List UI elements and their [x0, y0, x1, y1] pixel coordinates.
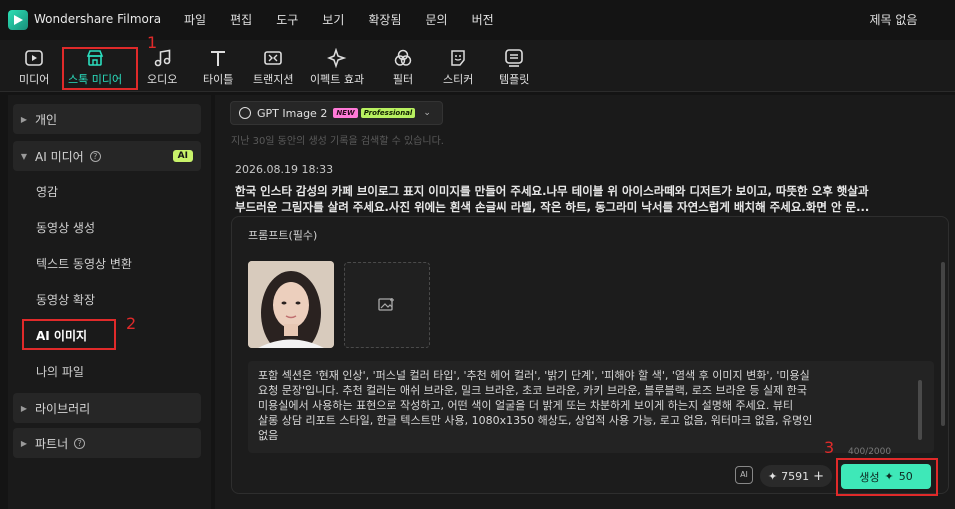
character-counter: 400/2000: [848, 447, 892, 457]
project-name[interactable]: 제목 없음: [856, 11, 931, 28]
credits-display[interactable]: ✦ 7591 +: [760, 465, 832, 487]
chevron-down-icon: ⌄: [423, 108, 431, 118]
filter-icon: [392, 48, 414, 68]
media-icon: [23, 48, 45, 68]
tab-templates-label: 템플릿: [499, 73, 530, 86]
plus-icon: +: [813, 468, 825, 484]
sidebar-item-my-files[interactable]: 나의 파일: [36, 363, 84, 380]
tab-templates[interactable]: 템플릿: [499, 48, 529, 87]
sparkle-icon: ✦: [767, 469, 778, 483]
menu-extensions[interactable]: 확장됨: [368, 11, 401, 28]
tab-stickers-label: 스티커: [443, 73, 474, 86]
menu-version[interactable]: 버전: [472, 11, 494, 28]
tab-audio-label: 오디오: [147, 73, 178, 86]
sidebar-group-partner-label: 파트너: [35, 436, 69, 451]
portrait-photo: [248, 261, 334, 348]
annotation-box-2: [22, 319, 116, 350]
textarea-scrollbar[interactable]: [918, 380, 922, 440]
sidebar-item-video-extend[interactable]: 동영상 확장: [36, 291, 95, 308]
tab-stickers[interactable]: 스티커: [443, 48, 473, 87]
template-icon: [503, 48, 525, 68]
reference-image-thumbnail[interactable]: [248, 261, 334, 348]
help-icon[interactable]: ?: [89, 150, 101, 162]
panel-scrollbar[interactable]: [941, 262, 945, 426]
history-prompt-line-2: 부드러운 그림자를 살려 주세요.사진 위에는 흰색 손글씨 라벨, 작은 하트…: [235, 200, 870, 214]
prompt-line: 포함 섹션은 '현재 인상', '퍼스널 컬러 타입', '추천 헤어 컬러',…: [258, 369, 810, 382]
help-icon[interactable]: ?: [74, 437, 86, 449]
effects-sparkle-icon: [326, 48, 348, 68]
menu-view[interactable]: 보기: [322, 11, 344, 28]
annotation-number-1: 1: [147, 33, 158, 52]
sidebar-group-library-label: 라이브러리: [35, 401, 91, 416]
new-badge: NEW: [333, 108, 358, 118]
prompt-textarea-text: 포함 섹션은 '현재 인상', '퍼스널 컬러 타입', '추천 헤어 컬러',…: [258, 361, 918, 443]
menu-help[interactable]: 문의: [426, 11, 448, 28]
sidebar-item-video-generate[interactable]: 동영상 생성: [36, 219, 95, 236]
history-hint: 지난 30일 동안의 생성 기록을 검색할 수 있습니다.: [231, 136, 444, 147]
tab-effects-label: 이펙트 효과: [310, 73, 365, 86]
annotation-box-3: [836, 458, 938, 496]
tab-effects[interactable]: 이펙트 효과: [310, 48, 364, 87]
menu-bar: 파일 편집 도구 보기 확장됨 문의 버전: [184, 11, 518, 28]
history-prompt-line-1: 한국 인스타 감성의 카페 브이로그 표지 이미지를 만들어 주세요.나무 테이…: [235, 184, 869, 198]
sidebar-group-personal[interactable]: ▶ 개인: [13, 104, 201, 134]
add-image-button[interactable]: [344, 262, 430, 348]
sidebar-item-inspiration[interactable]: 영감: [36, 183, 58, 200]
prompt-label: 프롬프트(필수): [248, 229, 318, 242]
prompt-line: 없음: [258, 429, 279, 442]
annotation-number-2: 2: [126, 314, 137, 333]
title-t-icon: [207, 48, 229, 68]
history-prompt[interactable]: 한국 인스타 감성의 카페 브이로그 표지 이미지를 만들어 주세요.나무 테이…: [235, 183, 940, 215]
menu-edit[interactable]: 편집: [230, 11, 252, 28]
tab-media-label: 미디어: [19, 73, 50, 86]
filmora-logo-icon: [8, 10, 28, 30]
tab-audio[interactable]: 오디오: [147, 48, 177, 87]
sidebar-group-partner[interactable]: ▶ 파트너 ?: [13, 428, 201, 458]
prompt-line: 살롱 상담 리포트 스타일, 한글 텍스트만 사용, 1080x1350 해상도…: [258, 414, 813, 427]
tab-titles[interactable]: 타이틀: [203, 48, 233, 87]
sticker-icon: [447, 48, 469, 68]
chevron-right-icon: ▶: [20, 114, 28, 124]
chevron-right-icon: ▶: [20, 403, 28, 413]
title-bar: Wondershare Filmora 파일 편집 도구 보기 확장됨 문의 버…: [0, 0, 955, 40]
sidebar-group-ai-media[interactable]: ▼ AI 미디어 ? AI: [13, 141, 201, 171]
sidebar-group-personal-label: 개인: [35, 112, 58, 127]
chevron-down-icon: ▼: [20, 151, 28, 161]
app-title: Wondershare Filmora: [34, 12, 162, 26]
tab-transitions[interactable]: 트랜지션: [253, 48, 293, 87]
sidebar-group-library[interactable]: ▶ 라이브러리: [13, 393, 201, 423]
model-name: GPT Image 2: [257, 106, 328, 120]
credits-value: 7591: [781, 469, 810, 483]
model-select[interactable]: GPT Image 2 NEW Professional ⌄: [230, 101, 443, 125]
annotation-number-3: 3: [824, 438, 835, 457]
tab-titles-label: 타이틀: [203, 73, 234, 86]
main-toolbar: 미디어 스톡 미디어 오디오 타이틀 트랜지션 이펙트 효과 필터 스티커 템플…: [0, 40, 955, 92]
chevron-right-icon: ▶: [20, 438, 28, 448]
tab-filters-label: 필터: [392, 73, 414, 86]
sidebar-item-text-to-video[interactable]: 텍스트 동영상 변환: [36, 255, 132, 272]
sidebar-group-ai-media-label: AI 미디어: [35, 149, 84, 164]
transition-icon: [262, 48, 284, 68]
menu-file[interactable]: 파일: [184, 11, 206, 28]
ai-enhance-icon[interactable]: AI: [735, 466, 753, 484]
tab-media[interactable]: 미디어: [19, 48, 49, 87]
openai-icon: [239, 107, 251, 119]
annotation-box-1: [62, 47, 138, 90]
prompt-line: 요청 문장'입니다. 추천 컬러는 애쉬 브라운, 밀크 브라운, 초코 브라운…: [258, 384, 807, 397]
tab-transitions-label: 트랜지션: [253, 73, 294, 86]
professional-badge: Professional: [360, 108, 416, 118]
ai-badge: AI: [172, 150, 193, 162]
prompt-line: 미용실에서 사용하는 표현으로 작성하고, 어떤 색이 얼굴을 더 밝게 또는 …: [258, 399, 794, 412]
history-date: 2026.08.19 18:33: [235, 163, 334, 176]
tab-filters[interactable]: 필터: [392, 48, 414, 87]
menu-tools[interactable]: 도구: [276, 11, 298, 28]
add-image-icon: [378, 298, 394, 311]
